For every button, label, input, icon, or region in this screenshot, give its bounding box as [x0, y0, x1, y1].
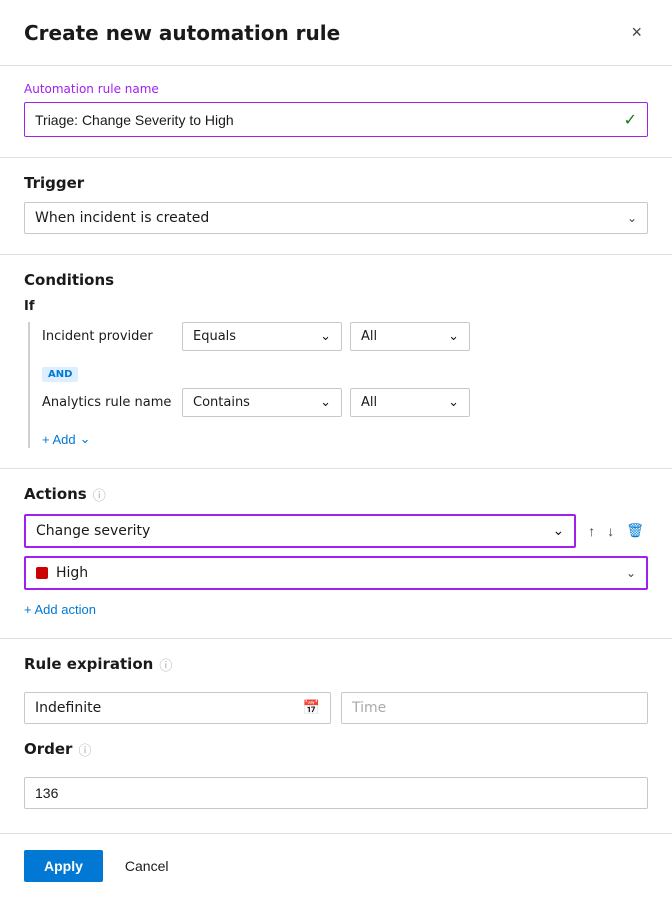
- action-delete-button[interactable]: 🗑: [622, 518, 648, 543]
- trigger-chevron-icon: ⌄: [627, 211, 637, 225]
- condition-value-2-chevron: ⌄: [448, 395, 459, 410]
- rule-expiration-section: Rule expiration ⓘ Indefinite 📅 Time: [24, 655, 648, 724]
- close-button[interactable]: ×: [625, 20, 648, 45]
- cancel-button[interactable]: Cancel: [113, 850, 181, 882]
- order-input[interactable]: [24, 777, 648, 809]
- condition-operator-2-chevron: ⌄: [320, 395, 331, 410]
- order-section: Order ⓘ: [24, 740, 648, 809]
- apply-button[interactable]: Apply: [24, 850, 103, 882]
- section-divider-4: [0, 638, 672, 639]
- section-divider-2: [0, 254, 672, 255]
- expiration-header: Rule expiration ⓘ: [24, 655, 648, 674]
- severity-chevron-icon: ⌄: [626, 566, 636, 580]
- expiration-date-input[interactable]: Indefinite 📅: [24, 692, 331, 724]
- condition-operator-1-chevron: ⌄: [320, 329, 331, 344]
- action-tools: ↑ ↓ 🗑: [584, 518, 648, 543]
- expiration-date-value: Indefinite: [35, 700, 101, 716]
- add-condition-label: + Add: [42, 432, 76, 447]
- severity-value: High: [56, 565, 88, 581]
- condition-value-1-text: All: [361, 329, 377, 344]
- add-action-button[interactable]: + Add action: [24, 602, 96, 617]
- severity-dot-icon: [36, 567, 48, 579]
- action-select[interactable]: Change severity ⌄: [24, 514, 576, 548]
- footer-divider: [0, 833, 672, 834]
- dialog-title: Create new automation rule: [24, 21, 340, 45]
- automation-rule-name-label: Automation rule name: [24, 82, 648, 96]
- condition-label-2: Analytics rule name: [42, 395, 172, 410]
- if-label: If: [24, 299, 648, 314]
- actions-title: Actions: [24, 485, 87, 503]
- conditions-section: Conditions If Incident provider Equals ⌄…: [24, 271, 648, 448]
- and-badge: AND: [42, 367, 78, 382]
- action-select-chevron: ⌄: [552, 523, 564, 539]
- conditions-title: Conditions: [24, 271, 648, 289]
- expiration-time-input[interactable]: Time: [341, 692, 648, 724]
- condition-value-1-chevron: ⌄: [448, 329, 459, 344]
- automation-rule-name-section: Automation rule name ✓: [24, 82, 648, 137]
- condition-value-2[interactable]: All ⌄: [350, 388, 470, 417]
- actions-section: Actions ⓘ Change severity ⌄ ↑ ↓ 🗑 High ⌄…: [24, 485, 648, 618]
- expiration-inputs: Indefinite 📅 Time: [24, 692, 648, 724]
- automation-rule-name-field[interactable]: ✓: [24, 102, 648, 137]
- trigger-select[interactable]: When incident is created ⌄: [24, 202, 648, 234]
- trigger-title: Trigger: [24, 174, 648, 192]
- conditions-block: Incident provider Equals ⌄ All ⌄ AND Ana…: [28, 322, 648, 448]
- add-condition-chevron: ⌄: [80, 431, 91, 447]
- condition-selects-2: Contains ⌄ All ⌄: [182, 388, 648, 417]
- check-icon: ✓: [624, 110, 637, 129]
- condition-operator-2[interactable]: Contains ⌄: [182, 388, 342, 417]
- condition-operator-1-value: Equals: [193, 329, 236, 344]
- condition-value-1[interactable]: All ⌄: [350, 322, 470, 351]
- expiration-info-icon: ⓘ: [159, 655, 172, 674]
- condition-value-2-text: All: [361, 395, 377, 410]
- condition-operator-2-value: Contains: [193, 395, 250, 410]
- section-divider-3: [0, 468, 672, 469]
- condition-row-1: Incident provider Equals ⌄ All ⌄: [42, 322, 648, 351]
- header-divider: [0, 65, 672, 66]
- expiration-time-placeholder: Time: [352, 700, 386, 716]
- trigger-section: Trigger When incident is created ⌄: [24, 174, 648, 234]
- action-selected-value: Change severity: [36, 523, 150, 539]
- automation-rule-name-input[interactable]: [35, 112, 624, 128]
- calendar-icon: 📅: [303, 700, 320, 716]
- action-row: Change severity ⌄ ↑ ↓ 🗑: [24, 514, 648, 548]
- order-title: Order: [24, 740, 72, 758]
- action-move-down-button[interactable]: ↓: [603, 519, 618, 543]
- condition-operator-1[interactable]: Equals ⌄: [182, 322, 342, 351]
- condition-selects-1: Equals ⌄ All ⌄: [182, 322, 648, 351]
- actions-header: Actions ⓘ: [24, 485, 648, 504]
- footer-buttons: Apply Cancel: [24, 850, 648, 882]
- order-header: Order ⓘ: [24, 740, 648, 759]
- expiration-title: Rule expiration: [24, 655, 153, 673]
- condition-row-2: Analytics rule name Contains ⌄ All ⌄: [42, 388, 648, 417]
- section-divider-1: [0, 157, 672, 158]
- severity-select[interactable]: High ⌄: [24, 556, 648, 590]
- actions-info-icon: ⓘ: [93, 485, 106, 504]
- add-condition-button[interactable]: + Add ⌄: [42, 431, 91, 447]
- action-move-up-button[interactable]: ↑: [584, 519, 599, 543]
- condition-label-1: Incident provider: [42, 329, 172, 344]
- order-info-icon: ⓘ: [78, 740, 91, 759]
- dialog: Create new automation rule × Automation …: [0, 0, 672, 906]
- dialog-header: Create new automation rule ×: [24, 20, 648, 45]
- add-action-label: + Add action: [24, 602, 96, 617]
- trigger-selected-value: When incident is created: [35, 210, 209, 226]
